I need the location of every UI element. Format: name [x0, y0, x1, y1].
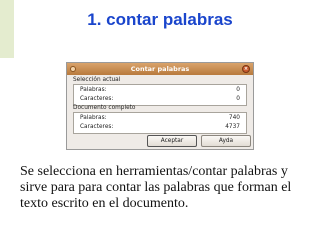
- selection-chars-value: 0: [236, 96, 240, 102]
- document-chars-label: Caracteres:: [80, 124, 114, 130]
- document-words-value: 740: [228, 115, 240, 121]
- window-menu-icon[interactable]: [70, 66, 76, 72]
- close-icon[interactable]: ×: [242, 65, 250, 73]
- slide-title: 1. contar palabras: [87, 10, 233, 29]
- document-chars-row: Caracteres: 4737: [80, 124, 240, 130]
- word-count-dialog: Contar palabras × Selección actual Palab…: [66, 62, 254, 150]
- selection-words-row: Palabras: 0: [80, 87, 240, 93]
- document-section-label: Documento completo: [73, 105, 136, 111]
- selection-words-value: 0: [236, 87, 240, 93]
- document-words-row: Palabras: 740: [80, 115, 240, 121]
- document-panel: Palabras: 740 Caracteres: 4737: [73, 112, 247, 134]
- dialog-title: Contar palabras: [130, 65, 190, 73]
- accept-button[interactable]: Aceptar: [147, 135, 197, 147]
- help-button[interactable]: Ayda: [201, 135, 251, 147]
- document-chars-value: 4737: [225, 124, 240, 130]
- selection-chars-row: Caracteres: 0: [80, 96, 240, 102]
- selection-words-label: Palabras:: [80, 87, 107, 93]
- selection-chars-label: Caracteres:: [80, 96, 114, 102]
- document-words-label: Palabras:: [80, 115, 107, 121]
- selection-section-label: Selección actual: [73, 77, 121, 83]
- slide-description: Se selecciona en herramientas/contar pal…: [20, 164, 292, 211]
- selection-panel: Palabras: 0 Caracteres: 0: [73, 84, 247, 106]
- dialog-titlebar[interactable]: Contar palabras ×: [67, 63, 253, 75]
